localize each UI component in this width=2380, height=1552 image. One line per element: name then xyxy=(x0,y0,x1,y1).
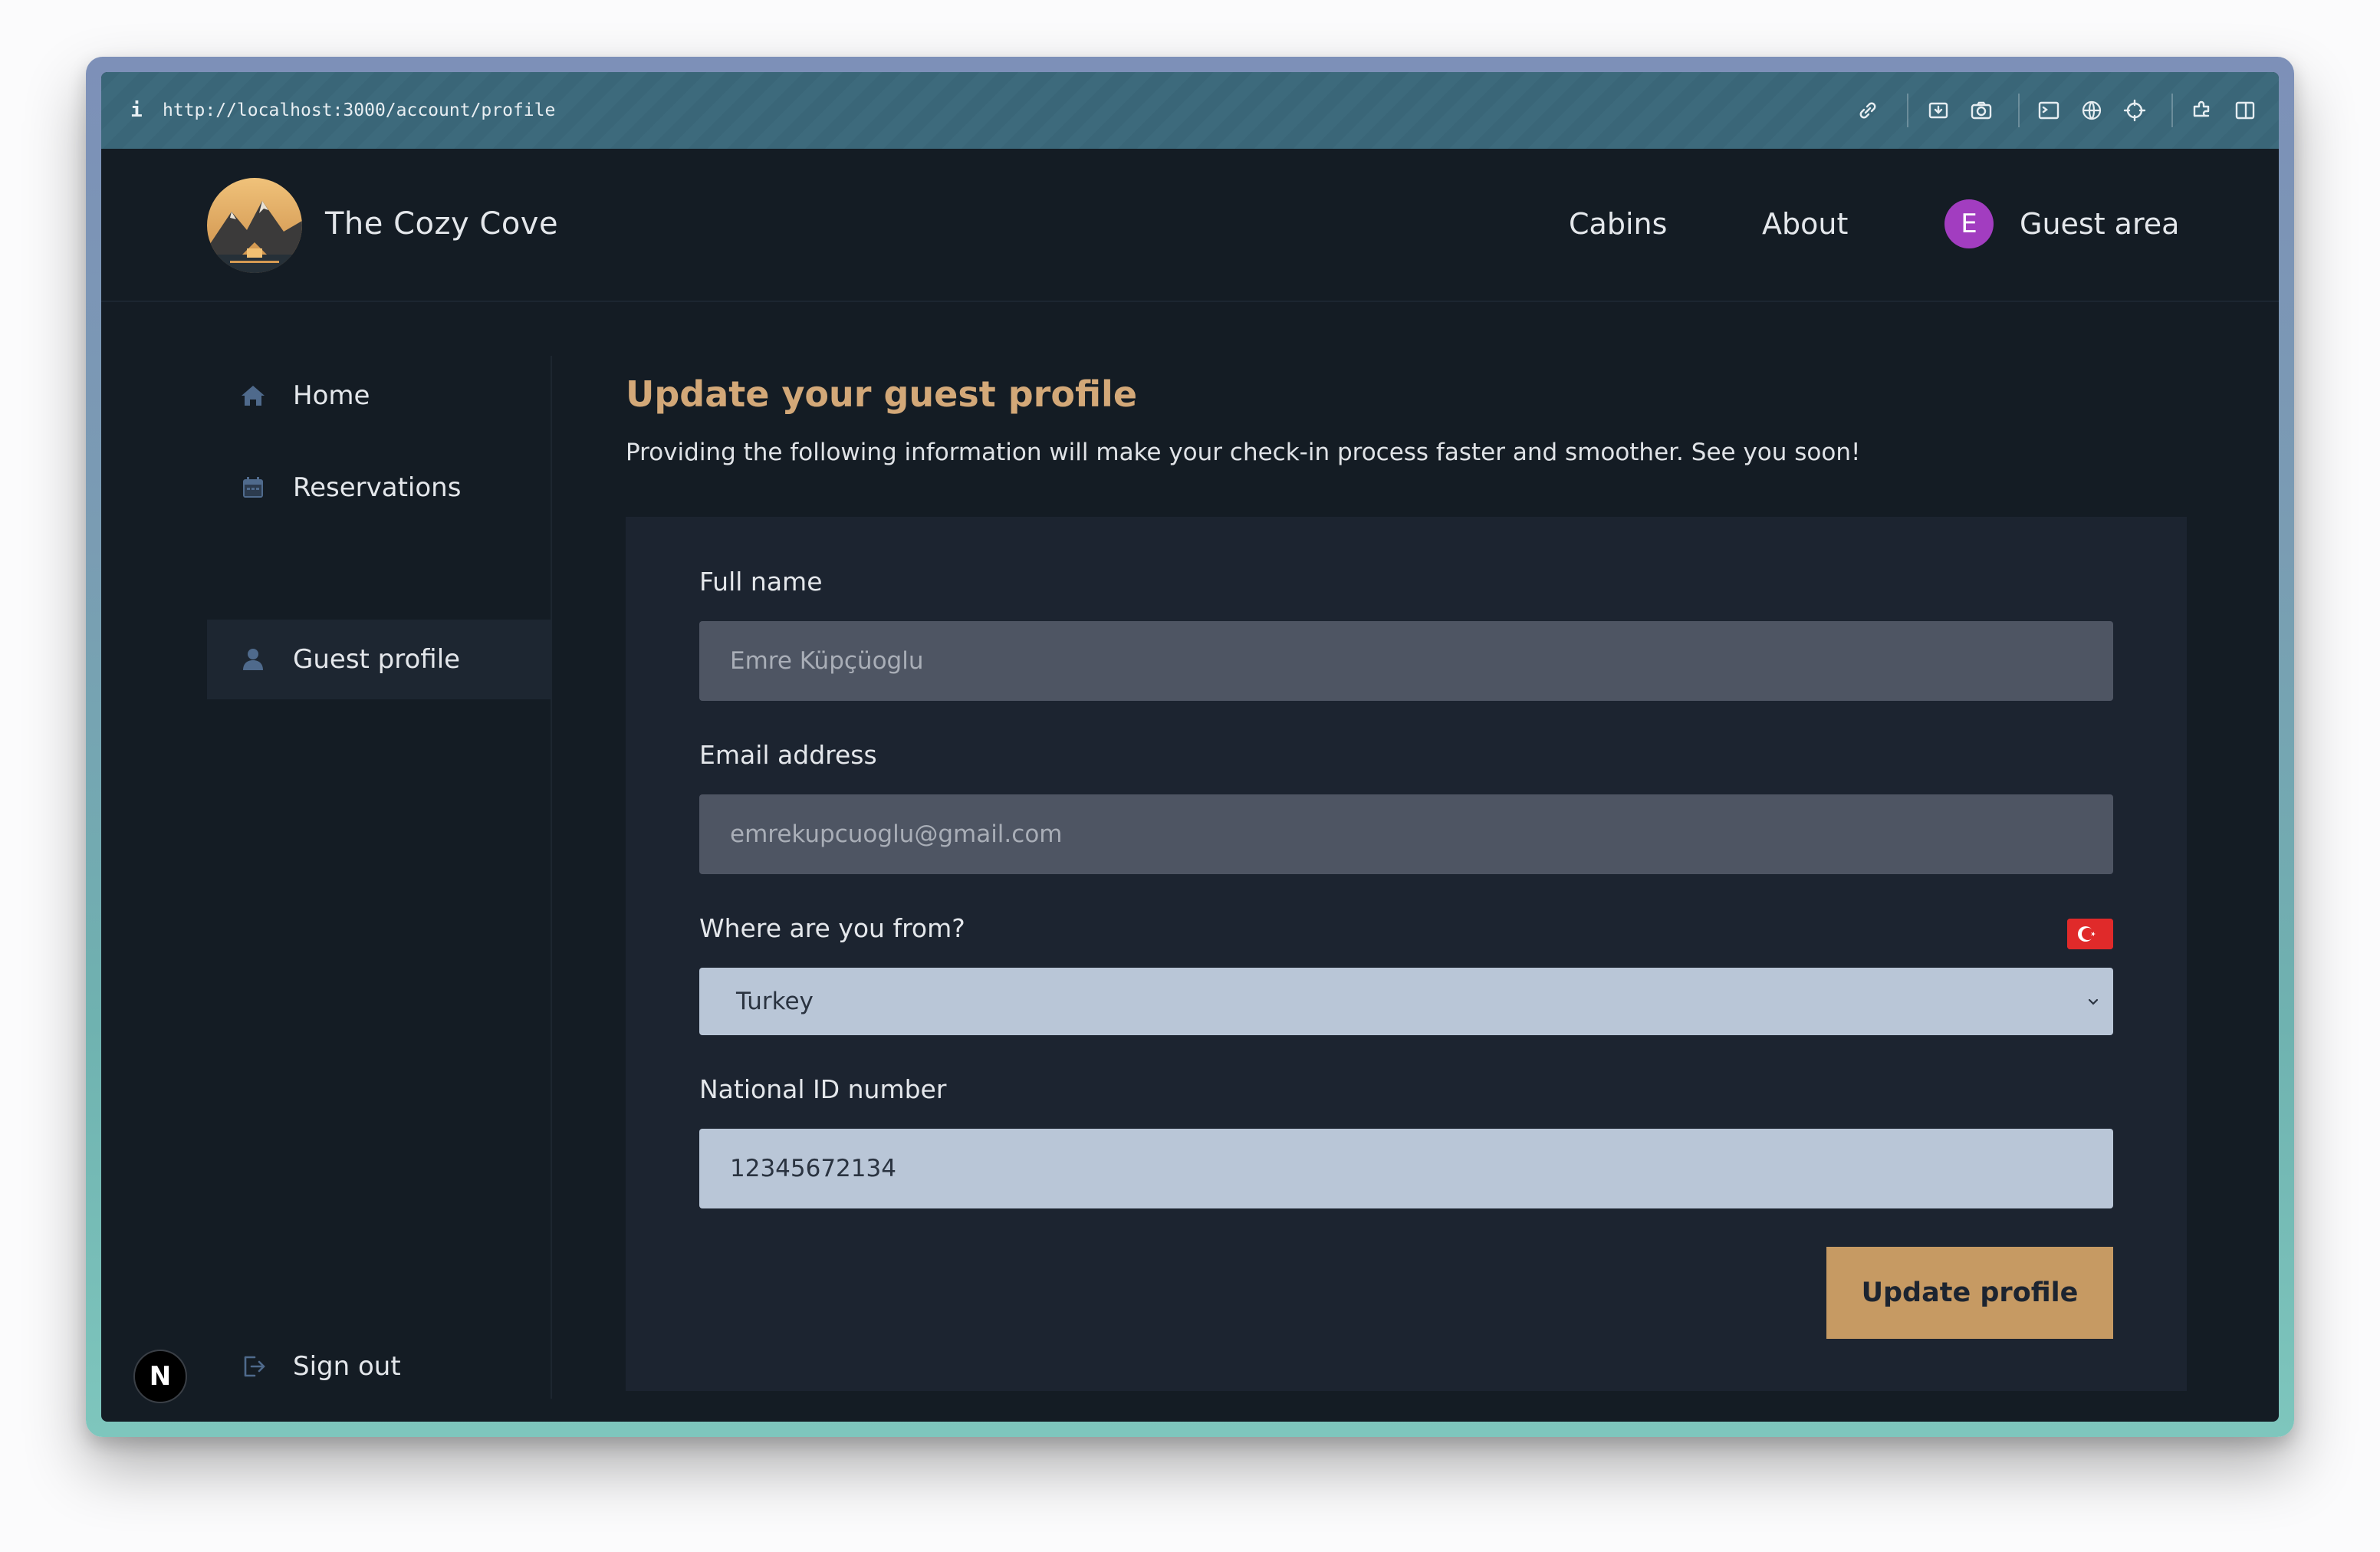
globe-icon[interactable] xyxy=(2079,98,2104,123)
split-view-icon[interactable] xyxy=(2233,98,2257,123)
url-bar: i http://localhost:3000/account/profile xyxy=(101,72,2279,149)
national-id-field[interactable]: 12345672134 xyxy=(699,1129,2113,1208)
sidebar-item-label: Reservations xyxy=(293,472,462,503)
sidebar-item-home[interactable]: Home xyxy=(207,356,552,436)
full-name-label: Full name xyxy=(699,567,823,597)
info-icon[interactable]: i xyxy=(129,98,144,123)
national-id-label: National ID number xyxy=(699,1074,947,1104)
download-icon[interactable] xyxy=(1926,98,1951,123)
cozy-cove-logo[interactable] xyxy=(207,178,302,273)
url-text[interactable]: http://localhost:3000/account/profile xyxy=(163,98,555,123)
email-label: Email address xyxy=(699,740,877,770)
nav-about[interactable]: About xyxy=(1762,201,1848,247)
toolbar-separator xyxy=(2171,94,2173,127)
sidebar-item-guest-profile[interactable]: Guest profile xyxy=(207,620,552,699)
toolbar-separator xyxy=(2018,94,2020,127)
chevron-down-icon xyxy=(2082,991,2104,1012)
sign-out-label: Sign out xyxy=(293,1351,401,1382)
camera-icon[interactable] xyxy=(1969,98,1994,123)
profile-form: Full name Emre Küpçüoglu Email address e… xyxy=(626,517,2187,1391)
national-id-value: 12345672134 xyxy=(730,1155,896,1182)
home-icon xyxy=(238,380,268,411)
country-select[interactable]: Turkey xyxy=(699,968,2113,1035)
turkey-flag-icon xyxy=(2067,919,2113,949)
link-icon[interactable] xyxy=(1856,98,1880,123)
sidebar-item-reservations[interactable]: Reservations xyxy=(207,448,552,528)
country-selected-value: Turkey xyxy=(736,988,814,1015)
email-field[interactable]: emrekupcuoglu@gmail.com xyxy=(699,794,2113,874)
full-name-field[interactable]: Emre Küpçüoglu xyxy=(699,621,2113,701)
country-label: Where are you from? xyxy=(699,913,965,943)
app-header: The Cozy Cove Cabins About E Guest area xyxy=(101,149,2279,302)
nextjs-dev-badge[interactable]: N xyxy=(133,1350,187,1403)
full-name-value: Emre Küpçüoglu xyxy=(730,647,924,675)
terminal-icon[interactable] xyxy=(2036,98,2061,123)
calendar-icon xyxy=(238,472,268,503)
user-avatar[interactable]: E xyxy=(1944,199,1994,248)
crosshair-icon[interactable] xyxy=(2122,98,2147,123)
brand-name[interactable]: The Cozy Cove xyxy=(325,201,558,247)
sidebar-item-label: Home xyxy=(293,380,370,411)
nav-guest-area[interactable]: Guest area xyxy=(2020,201,2179,247)
user-icon xyxy=(238,644,268,675)
nav-cabins[interactable]: Cabins xyxy=(1569,201,1667,247)
sign-out-icon xyxy=(238,1351,268,1382)
update-profile-button[interactable]: Update profile xyxy=(1826,1247,2113,1339)
sidebar-item-label: Guest profile xyxy=(293,644,461,675)
toolbar-separator xyxy=(1907,94,1908,127)
email-value: emrekupcuoglu@gmail.com xyxy=(730,820,1063,848)
extensions-icon[interactable] xyxy=(2190,98,2214,123)
page-title: Update your guest profile xyxy=(626,373,1138,415)
sign-out-button[interactable]: Sign out xyxy=(207,1327,552,1406)
account-sidebar: Home Reservations Guest profile Sign out xyxy=(207,356,552,1399)
browser-window: i http://localhost:3000/account/profile xyxy=(101,72,2279,1422)
page-description: Providing the following information will… xyxy=(626,439,1861,466)
window-frame: i http://localhost:3000/account/profile xyxy=(86,57,2294,1437)
screenshot-stage: i http://localhost:3000/account/profile xyxy=(0,0,2380,1552)
